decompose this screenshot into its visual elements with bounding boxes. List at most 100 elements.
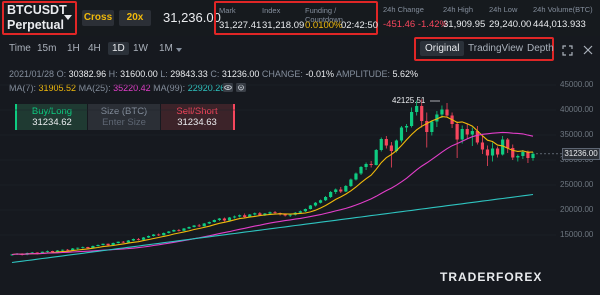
candle-body [96,245,100,246]
candle [217,218,221,221]
candle-body [157,234,161,236]
candle-body [485,149,490,156]
candle [506,138,510,153]
candle [76,247,80,250]
candle [339,187,343,193]
candle [455,121,459,158]
candle [253,212,257,216]
candle-body [227,217,232,221]
candle-body [45,251,50,252]
candle [136,238,141,241]
candle-body [415,106,419,112]
candle-body [273,212,277,214]
candle [425,112,429,148]
candle [495,146,500,158]
candle-body [354,173,358,180]
candle-body [318,200,323,203]
candle-body [81,247,85,248]
candle-body [344,186,348,192]
candle-body [182,228,186,231]
candle-body [172,230,176,232]
candle-body [66,249,70,251]
y-tick-label: 15000.00 [560,230,594,239]
candle-body [526,152,530,158]
candle-body [126,240,130,243]
candle-body [76,247,80,249]
price-chart[interactable] [0,0,600,295]
candle [222,217,227,222]
candle [131,238,135,241]
ma25-line [11,131,534,256]
candle-body [288,214,292,216]
y-tick-label: 40000.00 [560,105,594,114]
candle [531,152,535,161]
candle [187,226,191,229]
candle [207,221,211,224]
candle-body [253,213,257,215]
candle-body [101,243,105,245]
candle-body [384,139,388,146]
candle-body [521,152,525,156]
candle-body [475,131,479,143]
candle-body [86,247,90,249]
candle-body [516,156,520,158]
candle [485,145,490,166]
candle-body [308,205,313,209]
y-tick-label: 25000.00 [560,180,594,189]
candle [445,103,449,117]
candle [167,231,171,234]
candle [197,224,201,227]
candle-body [283,214,287,216]
watermark-logo: TRADERFOREX [440,270,543,284]
candle [465,123,469,139]
candle-body [374,150,378,165]
candle-body [430,121,434,132]
candle [516,154,520,162]
trading-app: BTCUSDT Perpetual Cross 20x 31,236.00 Ma… [0,0,600,295]
y-tick-label: 45000.00 [560,80,594,89]
candle [344,185,348,192]
candle-body [440,109,444,115]
candle [45,250,50,253]
candle [192,225,196,228]
candle [318,199,323,204]
candle-body [404,126,409,128]
y-tick-label: 20000.00 [560,205,594,214]
candle-body [324,197,328,201]
candle [359,166,363,175]
candle [511,144,515,160]
candle [369,161,373,168]
candle [172,229,176,232]
candle [202,223,206,227]
candle-body [212,220,216,222]
candle-body [136,239,141,240]
candle [384,136,388,149]
candle-body [298,211,302,213]
candle-body [369,164,373,165]
candle [404,124,409,132]
candle-body [131,239,135,241]
candle-body [303,209,307,212]
y-tick-label: 35000.00 [560,130,594,139]
candle [182,228,186,231]
candle-body [121,241,125,243]
candle [410,107,414,128]
candle [303,208,307,212]
candle-body [480,142,485,150]
candle [96,244,100,247]
candle [480,135,485,154]
candle-body [197,225,201,227]
candle-body [495,148,500,155]
candle [81,246,85,249]
candle-body [455,124,459,140]
candle-body [192,225,196,227]
candle-body [490,148,495,156]
candle [399,126,404,143]
candle [238,214,242,218]
candle [324,196,328,201]
candle [232,215,237,219]
candle-body [106,243,110,246]
high-marker-label: 42125.51 [392,96,426,105]
candle-body [334,189,338,192]
candle-body [60,249,65,251]
